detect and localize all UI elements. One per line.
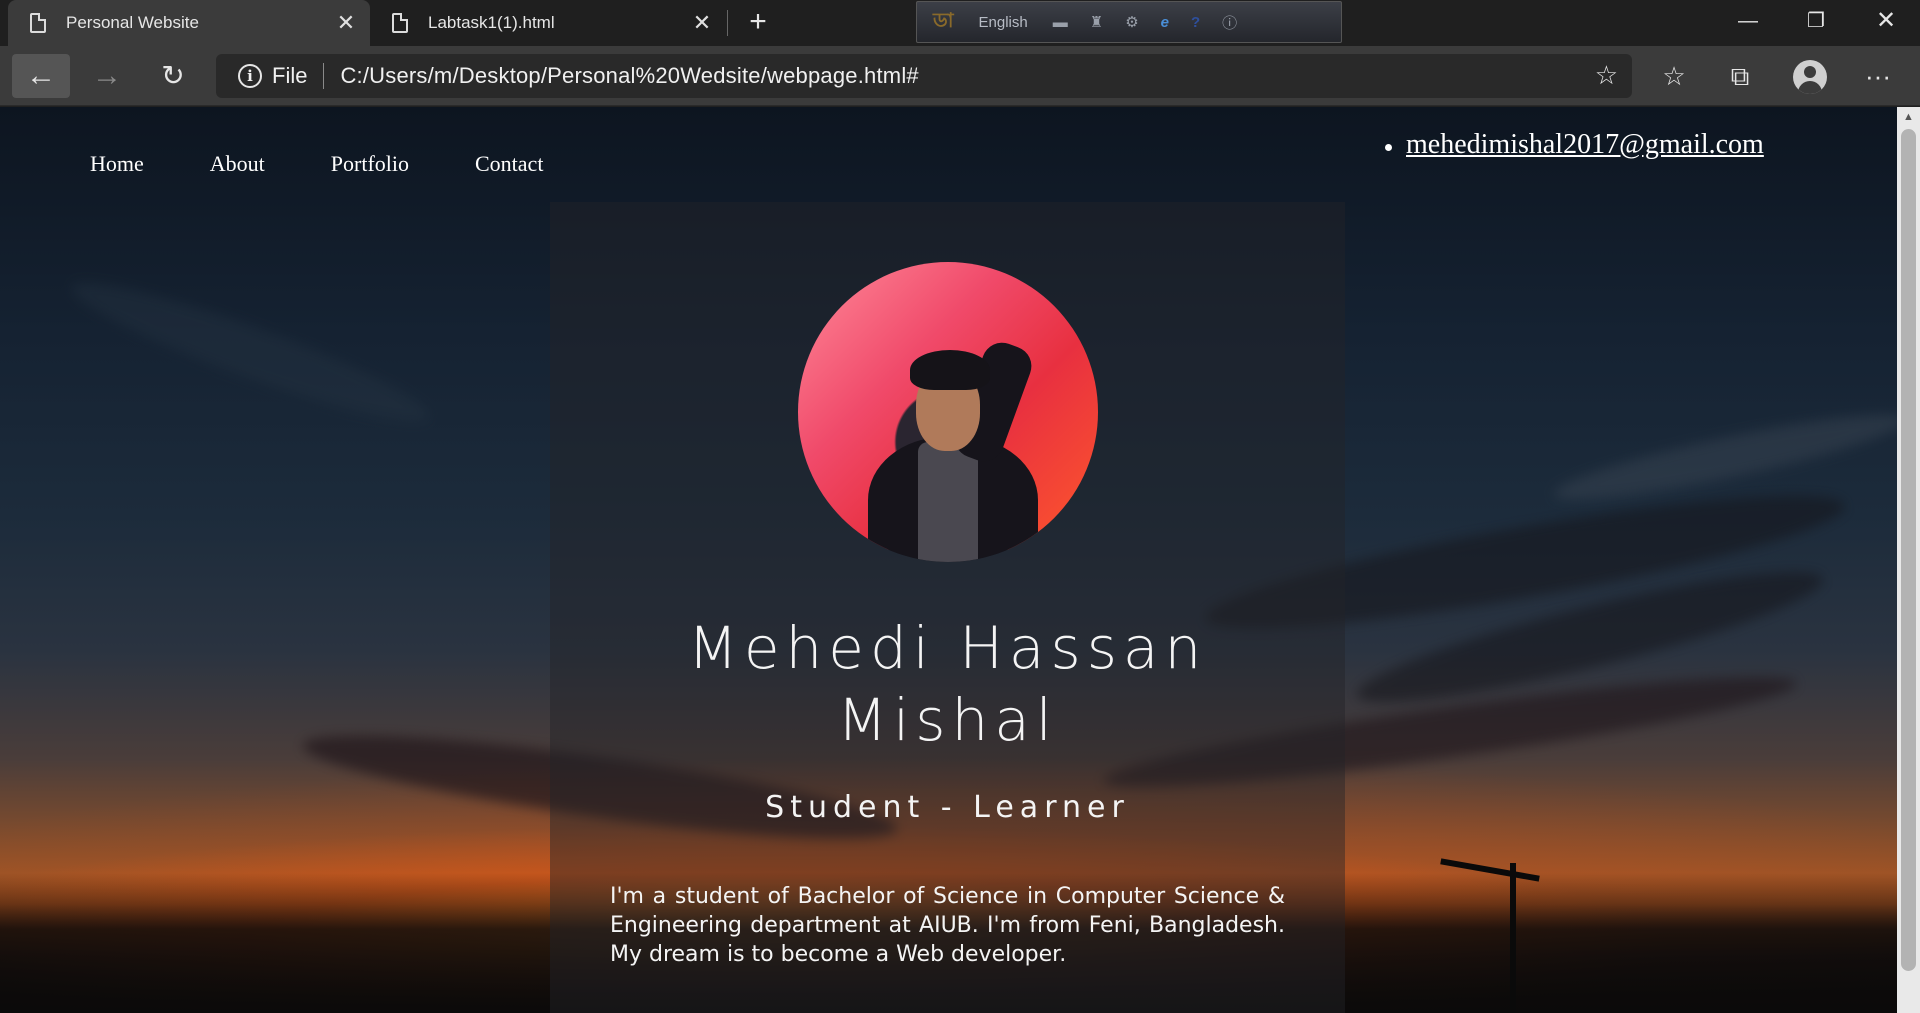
favorites-icon[interactable]: ☆	[1654, 60, 1694, 94]
nav-link-portfolio[interactable]: Portfolio	[331, 151, 409, 177]
ime-toolbar[interactable]: ডা English ▬ ♜ ⚙ e ? ⓘ	[916, 1, 1342, 43]
profile-name-line-1: Mehedi Hassan	[687, 614, 1208, 682]
tab-separator	[727, 10, 728, 36]
add-favorite-icon[interactable]: ☆	[1595, 62, 1618, 88]
tab-title: Personal Website	[66, 13, 199, 32]
minimize-button[interactable]: —	[1714, 0, 1782, 44]
ime-logo-icon[interactable]: ডা	[933, 6, 954, 39]
list-bullet	[1385, 143, 1392, 151]
forward-button[interactable]: →	[78, 54, 136, 98]
page-viewport: Home About Portfolio Contact mehedimisha…	[0, 107, 1897, 1013]
avatar-icon	[1793, 60, 1827, 94]
close-tab-icon[interactable]: ✕	[684, 10, 720, 36]
url-text[interactable]: C:/Users/m/Desktop/Personal%20Wedsite/we…	[340, 63, 918, 89]
scroll-thumb[interactable]	[1901, 129, 1916, 971]
background-cloud	[62, 263, 438, 441]
nav-link-about[interactable]: About	[210, 151, 265, 177]
close-tab-icon[interactable]: ✕	[328, 10, 364, 36]
reload-button[interactable]: ↻	[144, 54, 202, 98]
tab-strip: Personal Website ✕ Labtask1(1).html ✕ + …	[0, 0, 1920, 46]
profile-name-line-2: Mishal	[837, 686, 1058, 754]
nav-link-home[interactable]: Home	[90, 151, 144, 177]
document-icon	[392, 13, 408, 33]
profile-button[interactable]	[1790, 60, 1830, 94]
keyboard-icon[interactable]: ▬	[1053, 14, 1068, 31]
scroll-up-arrow-icon[interactable]: ▲	[1897, 107, 1920, 127]
profile-card: Mehedi Hassan Mishal Student - Learner I…	[550, 202, 1345, 1013]
info-icon[interactable]: ⓘ	[1222, 12, 1237, 33]
address-divider	[323, 63, 325, 89]
ime-language[interactable]: English	[979, 14, 1028, 31]
background-cloud	[1549, 400, 1897, 514]
site-nav: Home About Portfolio Contact	[70, 151, 589, 177]
browser-icon[interactable]: e	[1161, 14, 1169, 31]
back-button[interactable]: ←	[12, 54, 70, 98]
browser-toolbar: ← → ↻ i File C:/Users/m/Desktop/Personal…	[0, 46, 1920, 106]
tab-personal-website[interactable]: Personal Website ✕	[8, 0, 370, 46]
document-icon	[30, 13, 46, 33]
restore-button[interactable]: ❐	[1782, 0, 1850, 44]
profile-role: Student - Learner	[765, 790, 1130, 825]
nav-link-contact[interactable]: Contact	[475, 151, 543, 177]
profile-photo	[798, 262, 1098, 562]
collections-icon[interactable]: ⧉	[1720, 60, 1760, 94]
settings-icon[interactable]: ⚙	[1125, 13, 1138, 31]
new-tab-button[interactable]: +	[740, 5, 776, 41]
email-item: mehedimishal2017@gmail.com	[1385, 129, 1764, 161]
profile-name: Mehedi Hassan Mishal	[550, 612, 1345, 756]
tool-icon[interactable]: ♜	[1090, 13, 1103, 31]
site-info-icon[interactable]: i	[238, 64, 262, 88]
tab-labtask[interactable]: Labtask1(1).html ✕	[370, 0, 726, 46]
email-link[interactable]: mehedimishal2017@gmail.com	[1406, 129, 1764, 161]
close-window-button[interactable]: ✕	[1852, 0, 1920, 44]
tab-title: Labtask1(1).html	[428, 13, 555, 32]
page-scrollbar[interactable]: ▲	[1897, 107, 1920, 1013]
background-pole	[1510, 863, 1516, 1013]
scheme-label: File	[272, 63, 308, 88]
profile-bio: I'm a student of Bachelor of Science in …	[610, 884, 1285, 967]
help-icon[interactable]: ?	[1191, 14, 1200, 31]
more-options-icon[interactable]: ···	[1858, 60, 1898, 94]
address-bar[interactable]: i File C:/Users/m/Desktop/Personal%20Wed…	[216, 54, 1632, 98]
